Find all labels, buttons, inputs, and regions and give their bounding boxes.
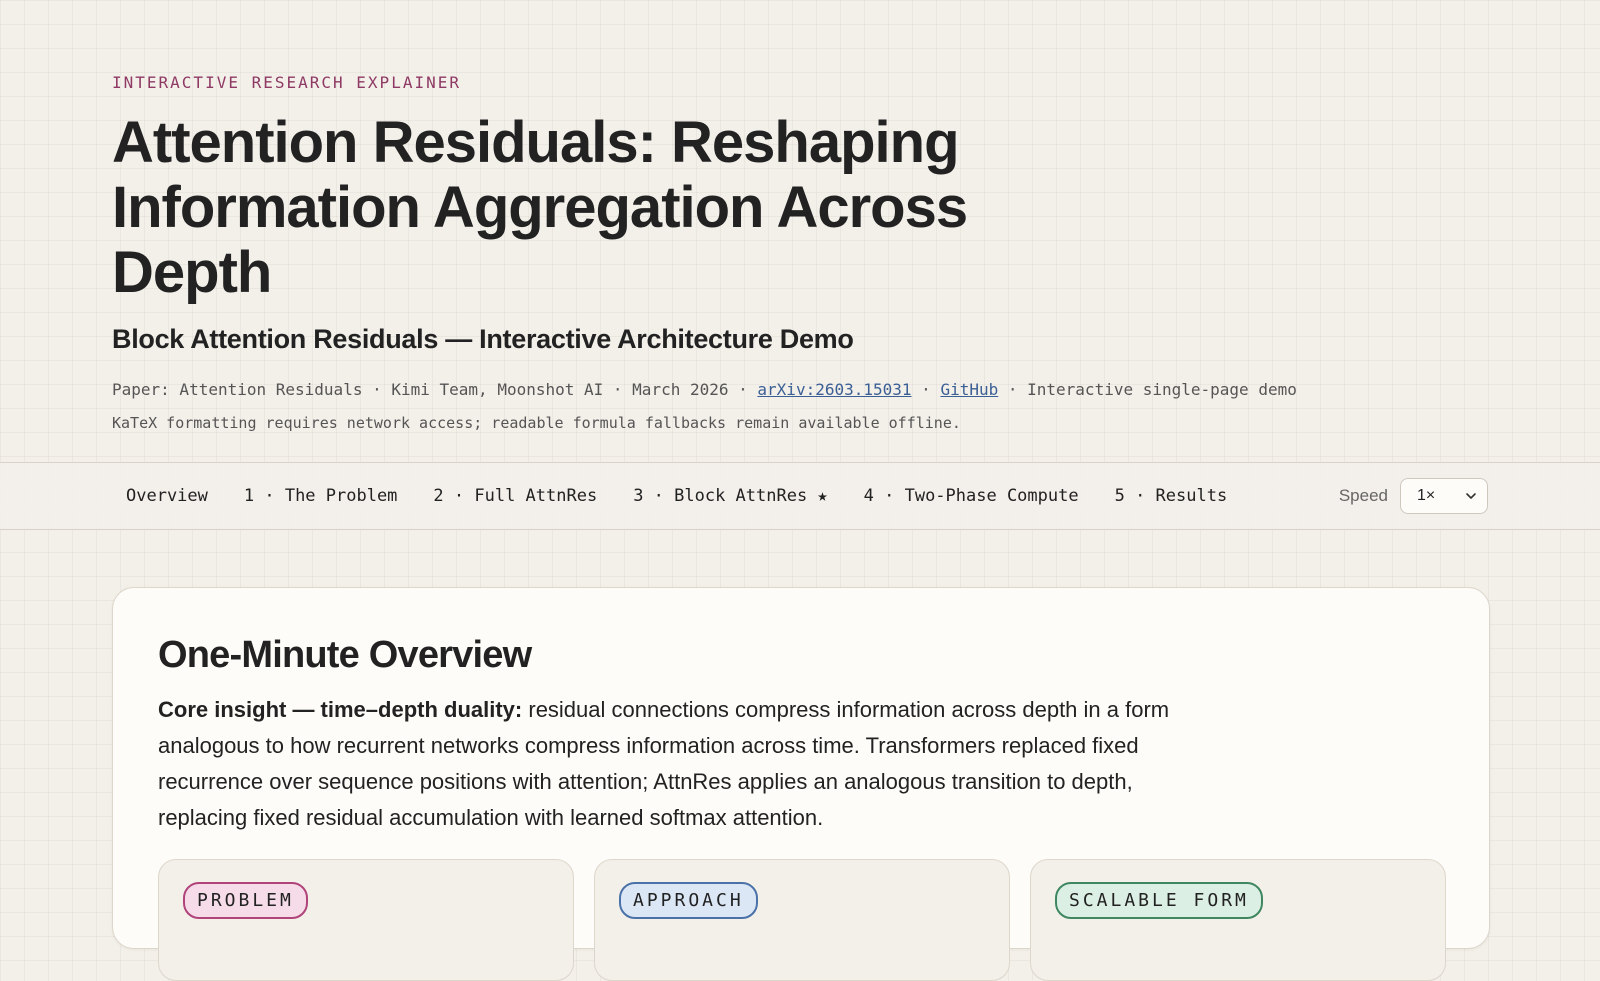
overview-title: One-Minute Overview: [158, 634, 532, 676]
section-nav: Overview 1 · The Problem 2 · Full AttnRe…: [0, 462, 1600, 530]
tab-overview[interactable]: Overview: [112, 478, 222, 514]
meta-suffix: · Interactive single-page demo: [998, 380, 1297, 399]
scalable-form-card: SCALABLE FORM: [1030, 859, 1446, 981]
tab-results[interactable]: 5 · Results: [1101, 478, 1242, 514]
arxiv-link[interactable]: arXiv:2603.15031: [757, 380, 911, 399]
paper-meta: Paper: Attention Residuals · Kimi Team, …: [112, 380, 1297, 399]
speed-label: Speed: [1338, 486, 1388, 505]
tab-two-phase-compute[interactable]: 4 · Two-Phase Compute: [850, 478, 1093, 514]
page-title: Attention Residuals: Reshaping Informati…: [112, 110, 968, 305]
approach-card: APPROACH: [594, 859, 1010, 981]
katex-note: KaTeX formatting requires network access…: [112, 414, 961, 432]
overview-card: One-Minute Overview Core insight — time–…: [112, 587, 1490, 981]
speed-select[interactable]: 1×: [1400, 478, 1488, 514]
meta-separator: ·: [911, 380, 941, 399]
approach-tag: APPROACH: [619, 882, 758, 919]
tab-block-attnres[interactable]: 3 · Block AttnRes ★: [619, 478, 841, 514]
speed-value: 1×: [1417, 487, 1436, 504]
tab-full-attnres[interactable]: 2 · Full AttnRes: [419, 478, 611, 514]
tab-the-problem[interactable]: 1 · The Problem: [230, 478, 412, 514]
page-subtitle: Block Attention Residuals — Interactive …: [112, 324, 854, 354]
eyebrow-label: INTERACTIVE RESEARCH EXPLAINER: [112, 73, 461, 92]
meta-prefix: Paper: Attention Residuals · Kimi Team, …: [112, 380, 758, 399]
problem-tag: PROBLEM: [183, 882, 308, 919]
speed-control: Speed 1×: [1339, 478, 1488, 514]
nav-tabs: Overview 1 · The Problem 2 · Full AttnRe…: [112, 463, 1249, 529]
overview-text: Core insight — time–depth duality: resid…: [158, 692, 1198, 836]
insight-lead: Core insight — time–depth duality:: [158, 697, 523, 722]
chevron-down-icon: [1466, 493, 1476, 499]
problem-card: PROBLEM: [158, 859, 574, 981]
scalable-form-tag: SCALABLE FORM: [1055, 882, 1263, 919]
github-link[interactable]: GitHub: [940, 380, 998, 399]
